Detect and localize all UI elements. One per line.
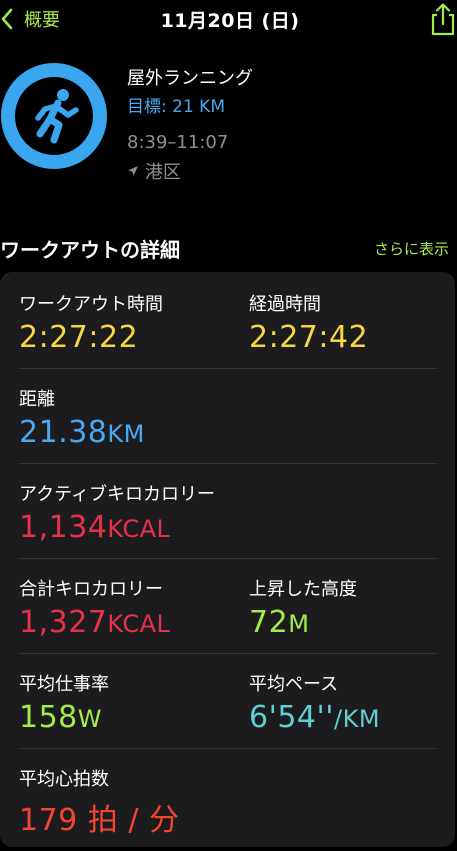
workout-name: 屋外ランニング bbox=[127, 68, 253, 89]
divider bbox=[19, 463, 437, 464]
stat-value: 72M bbox=[249, 605, 357, 640]
details-header: ワークアウトの詳細 さらに表示 bbox=[0, 232, 457, 262]
stat-value: 6'54''/KM bbox=[249, 700, 380, 735]
stat-distance: 距離 21.38KM bbox=[19, 385, 145, 450]
details-card: ワークアウト時間 2:27:22 経過時間 2:27:42 距離 21.38KM… bbox=[0, 272, 455, 847]
stat-unit: /KM bbox=[334, 705, 381, 733]
stat-elapsed-time: 経過時間 2:27:42 bbox=[249, 290, 368, 355]
stat-unit: KCAL bbox=[107, 515, 171, 543]
stat-label: 経過時間 bbox=[249, 294, 321, 315]
back-button[interactable]: 概要 bbox=[0, 4, 60, 34]
workout-time-range: 8:39–11:07 bbox=[127, 132, 229, 153]
divider bbox=[19, 558, 437, 559]
stat-number: 21.38 bbox=[19, 415, 108, 450]
stat-unit: KCAL bbox=[107, 610, 171, 638]
divider bbox=[19, 368, 437, 369]
stat-elevation-gain: 上昇した高度 72M bbox=[249, 575, 357, 640]
details-title: ワークアウトの詳細 bbox=[0, 238, 180, 262]
stat-unit: W bbox=[77, 705, 102, 733]
stat-unit: M bbox=[288, 610, 310, 638]
stat-number: 72 bbox=[249, 605, 289, 640]
stat-label: 合計キロカロリー bbox=[19, 579, 163, 600]
chevron-left-icon bbox=[0, 4, 24, 34]
workout-goal: 目標: 21 KM bbox=[127, 97, 225, 117]
stat-number: 1,327 bbox=[19, 605, 108, 640]
stat-workout-time: ワークアウト時間 2:27:22 bbox=[19, 290, 163, 355]
page-title: 11月20日 (日) bbox=[160, 10, 300, 32]
stat-value: 2:27:42 bbox=[249, 320, 369, 355]
stat-average-heart-rate: 平均心拍数 179 拍 / 分 bbox=[19, 765, 179, 839]
stat-label: ワークアウト時間 bbox=[19, 294, 163, 315]
stat-value: 1,134KCAL bbox=[19, 510, 215, 545]
location-label: 港区 bbox=[145, 162, 181, 183]
nav-bar: 概要 11月20日 (日) bbox=[0, 0, 457, 40]
stat-value: 179 拍 / 分 bbox=[19, 803, 180, 838]
divider bbox=[19, 748, 437, 749]
stat-value: 158W bbox=[19, 700, 109, 735]
stat-label: 上昇した高度 bbox=[249, 579, 357, 600]
stat-label: 距離 bbox=[19, 389, 55, 410]
stat-label: 平均仕事率 bbox=[19, 674, 109, 695]
stat-label: 平均心拍数 bbox=[19, 769, 109, 790]
workout-summary: 屋外ランニング 目標: 21 KM 8:39–11:07 港区 bbox=[0, 58, 457, 198]
stat-value: 2:27:22 bbox=[19, 320, 139, 355]
workout-location: 港区 bbox=[127, 158, 181, 184]
stat-value: 1,327KCAL bbox=[19, 605, 170, 640]
stat-label: 平均ペース bbox=[249, 674, 339, 695]
stat-total-calories: 合計キロカロリー 1,327KCAL bbox=[19, 575, 170, 640]
activity-ring bbox=[0, 62, 108, 170]
stat-value: 21.38KM bbox=[19, 415, 145, 450]
share-icon[interactable] bbox=[427, 2, 457, 36]
back-label: 概要 bbox=[24, 10, 60, 31]
running-icon bbox=[35, 89, 79, 144]
stat-active-calories: アクティブキロカロリー 1,134KCAL bbox=[19, 480, 215, 545]
stat-number: 1,134 bbox=[19, 510, 108, 545]
location-arrow-icon bbox=[128, 166, 138, 176]
divider bbox=[19, 653, 437, 654]
stat-average-pace: 平均ペース 6'54''/KM bbox=[249, 670, 380, 735]
show-more-link[interactable]: さらに表示 bbox=[374, 238, 449, 259]
stat-number: 6'54'' bbox=[249, 700, 335, 735]
stat-label: アクティブキロカロリー bbox=[19, 484, 216, 505]
stat-unit: KM bbox=[107, 420, 145, 448]
stat-number: 158 bbox=[19, 700, 78, 735]
stat-average-power: 平均仕事率 158W bbox=[19, 670, 109, 735]
